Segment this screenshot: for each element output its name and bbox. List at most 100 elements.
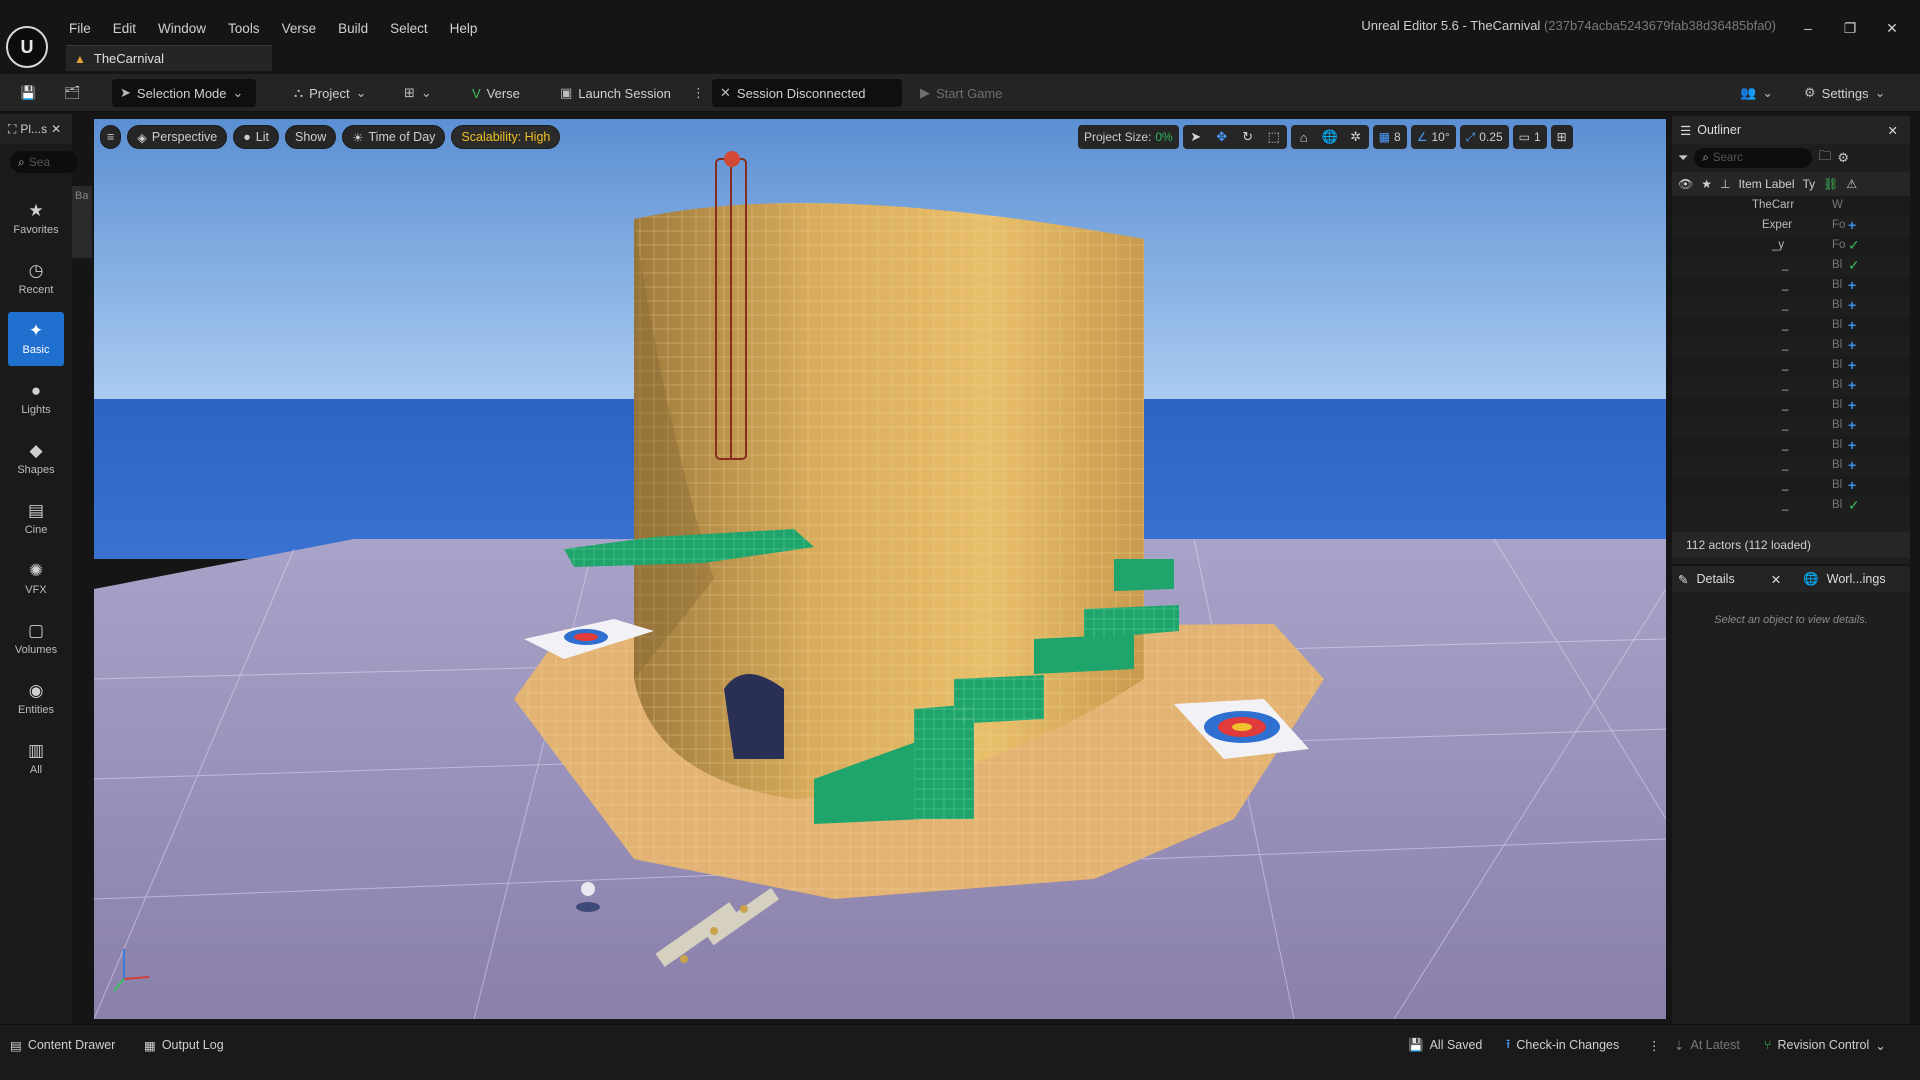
- menu-window[interactable]: Window: [147, 17, 217, 41]
- outliner-row[interactable]: _ Bl +: [1672, 456, 1910, 476]
- verse-button[interactable]: V Verse: [464, 79, 528, 107]
- menu-edit[interactable]: Edit: [102, 17, 147, 41]
- outliner-row[interactable]: _ Bl +: [1672, 316, 1910, 336]
- outliner-row[interactable]: _ Bl +: [1672, 416, 1910, 436]
- rotate-tool-icon[interactable]: ↻: [1237, 126, 1259, 148]
- category-vfx[interactable]: ✺ VFX: [8, 552, 64, 606]
- category-entities[interactable]: ◉ Entities: [8, 672, 64, 726]
- outliner-row[interactable]: _ Bl +: [1672, 476, 1910, 496]
- category-shapes[interactable]: ◆ Shapes: [8, 432, 64, 486]
- level-viewport[interactable]: [94, 119, 1666, 1019]
- scale-tool-icon[interactable]: ⬚: [1263, 126, 1285, 148]
- launch-session-button[interactable]: ▣ Launch Session: [552, 79, 679, 107]
- collab-dropdown[interactable]: 👥 ⌄: [1732, 79, 1781, 107]
- menu-build[interactable]: Build: [327, 17, 379, 41]
- tab-details[interactable]: Details: [1696, 572, 1734, 586]
- category-favorites[interactable]: ★ Favorites: [8, 192, 64, 246]
- save-icon[interactable]: 💾: [12, 79, 44, 107]
- output-log-button[interactable]: ▦ Output Log: [144, 1033, 224, 1057]
- outliner-search-input[interactable]: ⌕ Searc: [1694, 148, 1813, 168]
- selection-mode-dropdown[interactable]: ➤ Selection Mode ⌄: [112, 79, 256, 107]
- category-volumes[interactable]: ▢ Volumes: [8, 612, 64, 666]
- outliner-row[interactable]: _ Bl ✓: [1672, 256, 1910, 276]
- outliner-row[interactable]: _ Bl +: [1672, 436, 1910, 456]
- snap-options-icon[interactable]: ✲: [1345, 126, 1367, 148]
- outliner-row[interactable]: _y Fo ✓: [1672, 236, 1910, 256]
- show-button[interactable]: Show: [285, 125, 337, 149]
- lit-button[interactable]: ● Lit: [233, 125, 279, 149]
- menu-select[interactable]: Select: [379, 17, 439, 41]
- document-tab[interactable]: ▲ TheCarnival: [66, 45, 272, 71]
- perspective-button[interactable]: ◈ Perspective: [127, 125, 228, 149]
- project-size-indicator[interactable]: Project Size: 0%: [1078, 125, 1179, 149]
- menu-file[interactable]: File: [58, 17, 102, 41]
- outliner-row-status-icon: +: [1848, 477, 1857, 493]
- basic-icon: ✦: [28, 321, 44, 340]
- more-options-icon[interactable]: ⋮: [1648, 1033, 1661, 1057]
- restore-button[interactable]: ❐: [1830, 14, 1870, 42]
- column-type[interactable]: Ty: [1803, 177, 1816, 191]
- add-folder-icon[interactable]: 🗀: [1818, 147, 1831, 169]
- pin-icon[interactable]: ⊥: [1720, 177, 1730, 191]
- favorite-icon[interactable]: ★: [1701, 177, 1712, 191]
- category-basic[interactable]: ✦ Basic: [8, 312, 64, 366]
- project-dropdown[interactable]: ⛬ Project ⌄: [286, 79, 374, 107]
- star-icon: ★: [28, 201, 44, 220]
- menu-help[interactable]: Help: [439, 17, 489, 41]
- viewport-layout-button[interactable]: ⊞: [1550, 125, 1573, 149]
- time-of-day-button[interactable]: ☀ Time of Day: [342, 125, 446, 149]
- place-actors-tab[interactable]: ⛶ Pl...s ✕: [0, 114, 72, 144]
- asset-list-stub[interactable]: Ba: [72, 186, 92, 258]
- outliner-row[interactable]: _ Bl +: [1672, 356, 1910, 376]
- category-lights[interactable]: ● Lights: [8, 372, 64, 426]
- outliner-row[interactable]: _ Bl +: [1672, 336, 1910, 356]
- world-local-icon[interactable]: 🌐: [1319, 126, 1341, 148]
- check-in-button[interactable]: ⭱ Check-in Changes: [1506, 1033, 1619, 1057]
- all-saved-button[interactable]: 💾 All Saved: [1408, 1033, 1482, 1057]
- rotation-snap-button[interactable]: ∠ 10°: [1410, 125, 1456, 149]
- content-drawer-button[interactable]: ▤ Content Drawer: [10, 1033, 115, 1057]
- close-window-button[interactable]: ✕: [1872, 14, 1912, 42]
- tab-world-settings[interactable]: Worl...ings: [1827, 572, 1886, 586]
- start-game-button[interactable]: ▶ Start Game: [912, 79, 1010, 107]
- menu-tools[interactable]: Tools: [217, 17, 271, 41]
- outliner-row[interactable]: _ Bl ✓: [1672, 496, 1910, 516]
- session-status[interactable]: ✕ Session Disconnected: [712, 79, 902, 107]
- select-tool-icon[interactable]: ➤: [1185, 126, 1207, 148]
- viewport-menu-button[interactable]: ≡: [100, 125, 122, 149]
- unreal-logo-icon[interactable]: U: [6, 26, 48, 68]
- menu-verse[interactable]: Verse: [271, 17, 328, 41]
- camera-speed-button[interactable]: ▭ 1: [1512, 125, 1547, 149]
- outliner-tab[interactable]: ☰ Outliner ✕: [1672, 116, 1910, 144]
- outliner-row[interactable]: _ Bl +: [1672, 276, 1910, 296]
- browse-icon[interactable]: 🗂: [56, 79, 89, 107]
- category-recent[interactable]: ◷ Recent: [8, 252, 64, 306]
- settings-dropdown[interactable]: ⚙ Settings ⌄: [1796, 79, 1894, 107]
- revision-control-button[interactable]: ⑂ Revision Control ⌄: [1764, 1033, 1886, 1057]
- column-item-label[interactable]: Item Label: [1738, 177, 1794, 191]
- place-search-input[interactable]: ⌕ Sea: [10, 151, 78, 173]
- grid-snap-button[interactable]: ▦ 8: [1372, 125, 1407, 149]
- filter-icon[interactable]: ⏷: [1678, 150, 1688, 166]
- close-icon[interactable]: ✕: [1888, 123, 1898, 138]
- outliner-row[interactable]: Exper Fo +: [1672, 216, 1910, 236]
- close-icon[interactable]: ✕: [51, 122, 61, 136]
- category-all[interactable]: ▥ All: [8, 732, 64, 786]
- visibility-icon[interactable]: 👁: [1678, 177, 1693, 191]
- scalability-button[interactable]: Scalability: High: [451, 125, 561, 149]
- move-tool-icon[interactable]: ✥: [1211, 126, 1233, 148]
- at-latest-button[interactable]: ⇣ At Latest: [1674, 1033, 1740, 1057]
- minimize-button[interactable]: –: [1788, 14, 1828, 42]
- surface-snap-icon[interactable]: ⌂: [1293, 126, 1315, 148]
- gear-icon[interactable]: ⚙: [1837, 150, 1849, 166]
- outliner-row[interactable]: _ Bl +: [1672, 296, 1910, 316]
- add-content-dropdown[interactable]: ⊞ ⌄: [396, 79, 440, 107]
- more-options-icon[interactable]: ⋮: [684, 79, 713, 107]
- close-icon[interactable]: ✕: [1771, 572, 1781, 587]
- outliner-row[interactable]: _ Bl +: [1672, 396, 1910, 416]
- category-cine[interactable]: ▤ Cine: [8, 492, 64, 546]
- outliner-row-label: _: [1782, 299, 1789, 311]
- outliner-row[interactable]: TheCarr W: [1672, 196, 1910, 216]
- outliner-row[interactable]: _ Bl +: [1672, 376, 1910, 396]
- scale-snap-button[interactable]: ⤢ 0.25: [1459, 125, 1509, 149]
